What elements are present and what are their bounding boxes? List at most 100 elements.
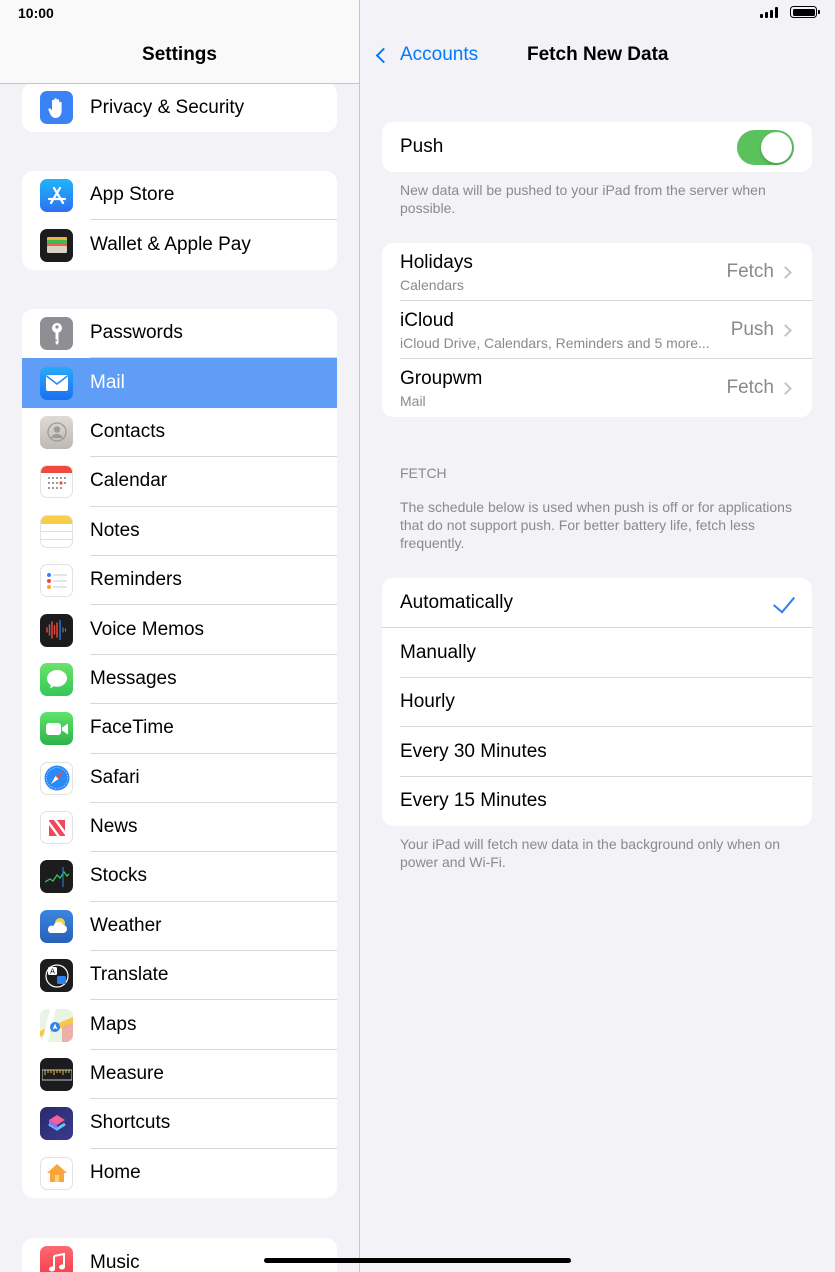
status-time: 10:00 <box>18 5 54 21</box>
option-manually[interactable]: Manually <box>382 628 812 678</box>
sidebar-item-voice-memos[interactable]: Voice Memos <box>22 605 337 655</box>
settings-sidebar: Settings Privacy & Security App Store Wa… <box>0 0 359 1272</box>
push-label: Push <box>400 136 444 157</box>
sidebar-item-contacts[interactable]: Contacts <box>22 408 337 458</box>
sidebar-item-home[interactable]: Home <box>22 1149 337 1198</box>
sidebar-item-label: FaceTime <box>90 704 337 754</box>
home-indicator[interactable] <box>264 1258 571 1263</box>
sidebar-item-label: Music <box>90 1251 140 1272</box>
fetch-section-header: FETCH <box>400 465 447 481</box>
sidebar-item-messages[interactable]: Messages <box>22 655 337 705</box>
account-fetch-mode: Fetch <box>726 377 774 398</box>
settings-group-store: App Store Wallet & Apple Pay <box>22 171 337 270</box>
sidebar-item-label: Calendar <box>90 457 337 507</box>
option-every-15-minutes[interactable]: Every 15 Minutes <box>382 777 812 827</box>
chevron-right-icon <box>779 265 792 279</box>
sidebar-item-wallet[interactable]: Wallet & Apple Pay <box>22 220 337 269</box>
sidebar-item-measure[interactable]: Measure <box>22 1050 337 1100</box>
battery-icon <box>790 6 820 18</box>
toggle-knob <box>761 131 792 163</box>
sidebar-item-label: Voice Memos <box>90 605 337 655</box>
cellular-signal-icon <box>760 6 778 18</box>
option-hourly[interactable]: Hourly <box>382 678 812 728</box>
sidebar-item-maps[interactable]: Maps <box>22 1000 337 1050</box>
sidebar-item-weather[interactable]: Weather <box>22 902 337 952</box>
sidebar-item-label: Measure <box>90 1050 337 1100</box>
back-button[interactable]: Accounts <box>374 44 478 66</box>
account-row-holidays[interactable]: Holidays Calendars Fetch <box>382 243 812 301</box>
settings-group-privacy: Privacy & Security <box>22 83 337 133</box>
account-detail: Mail <box>400 392 426 409</box>
option-label: Hourly <box>400 691 455 713</box>
maps-icon <box>40 1008 73 1042</box>
option-label: Every 30 Minutes <box>400 740 547 762</box>
sidebar-item-stocks[interactable]: Stocks <box>22 852 337 902</box>
sidebar-item-label: Safari <box>90 754 337 803</box>
notes-icon <box>40 514 73 548</box>
fetch-description: The schedule below is used when push is … <box>400 499 792 551</box>
push-toggle[interactable] <box>737 129 794 165</box>
fetch-new-data-pane: Accounts Fetch New Data Push New data wi… <box>360 0 835 1272</box>
safari-icon <box>40 761 73 795</box>
sidebar-item-music[interactable]: Music <box>22 1238 337 1272</box>
sidebar-item-label: Stocks <box>90 852 337 902</box>
stocks-icon <box>40 860 73 894</box>
sidebar-item-label: Messages <box>90 655 337 705</box>
hand-icon <box>40 91 73 125</box>
option-label: Every 15 Minutes <box>400 790 547 812</box>
home-icon <box>40 1156 73 1190</box>
sidebar-item-label: News <box>90 803 337 853</box>
sidebar-item-facetime[interactable]: FaceTime <box>22 704 337 754</box>
mail-icon <box>40 366 73 400</box>
settings-group-media: Music <box>22 1238 337 1272</box>
translate-icon: A <box>40 959 73 993</box>
sidebar-item-mail[interactable]: Mail <box>22 358 337 408</box>
settings-group-apps: Passwords Mail Contacts Calendar Notes R… <box>22 309 337 1199</box>
account-row-groupwm[interactable]: Groupwm Mail Fetch <box>382 359 812 417</box>
wallet-icon <box>40 228 73 262</box>
account-name: Holidays <box>400 251 473 273</box>
push-row: Push <box>382 122 812 172</box>
sidebar-item-label: Reminders <box>90 556 337 606</box>
account-name: Groupwm <box>400 367 483 389</box>
option-automatically[interactable]: Automatically <box>382 578 812 628</box>
key-icon <box>40 317 73 351</box>
measure-icon <box>40 1058 73 1092</box>
news-icon <box>40 811 73 845</box>
sidebar-item-reminders[interactable]: Reminders <box>22 556 337 606</box>
options-footer: Your iPad will fetch new data in the bac… <box>400 836 781 870</box>
sidebar-item-news[interactable]: News <box>22 803 337 853</box>
music-icon <box>40 1246 73 1272</box>
sidebar-item-translate[interactable]: A Translate <box>22 951 337 1001</box>
sidebar-item-notes[interactable]: Notes <box>22 507 337 556</box>
sidebar-item-safari[interactable]: Safari <box>22 754 337 803</box>
sidebar-item-label: Wallet & Apple Pay <box>90 234 251 256</box>
sidebar-item-passwords[interactable]: Passwords <box>22 309 337 359</box>
account-detail: Calendars <box>400 276 464 293</box>
sidebar-item-label: Translate <box>90 951 337 1001</box>
chevron-right-icon <box>779 323 792 337</box>
option-every-30-minutes[interactable]: Every 30 Minutes <box>382 727 812 777</box>
account-detail: iCloud Drive, Calendars, Reminders and 5… <box>400 334 710 351</box>
shortcuts-icon <box>40 1107 73 1141</box>
push-group: Push <box>382 122 812 172</box>
sidebar-item-label: Home <box>90 1162 141 1184</box>
sidebar-item-label: Privacy & Security <box>90 96 245 118</box>
account-row-icloud[interactable]: iCloud iCloud Drive, Calendars, Reminder… <box>382 301 812 359</box>
sidebar-item-label: Passwords <box>90 309 337 359</box>
sidebar-item-calendar[interactable]: Calendar <box>22 457 337 507</box>
contacts-icon <box>40 415 73 449</box>
sidebar-item-label: Mail <box>90 371 125 393</box>
sidebar-item-privacy[interactable]: Privacy & Security <box>22 83 337 132</box>
sidebar-item-label: Contacts <box>90 408 337 458</box>
sidebar-item-app-store[interactable]: App Store <box>22 171 337 221</box>
sidebar-item-shortcuts[interactable]: Shortcuts <box>22 1099 337 1149</box>
messages-icon <box>40 662 73 696</box>
back-button-label: Accounts <box>400 44 479 65</box>
reminders-icon <box>40 564 73 598</box>
svg-text:A: A <box>50 967 55 975</box>
weather-icon <box>40 909 73 943</box>
checkmark-icon <box>772 590 796 614</box>
page-title: Fetch New Data <box>527 44 669 65</box>
account-fetch-mode: Fetch <box>726 261 774 282</box>
